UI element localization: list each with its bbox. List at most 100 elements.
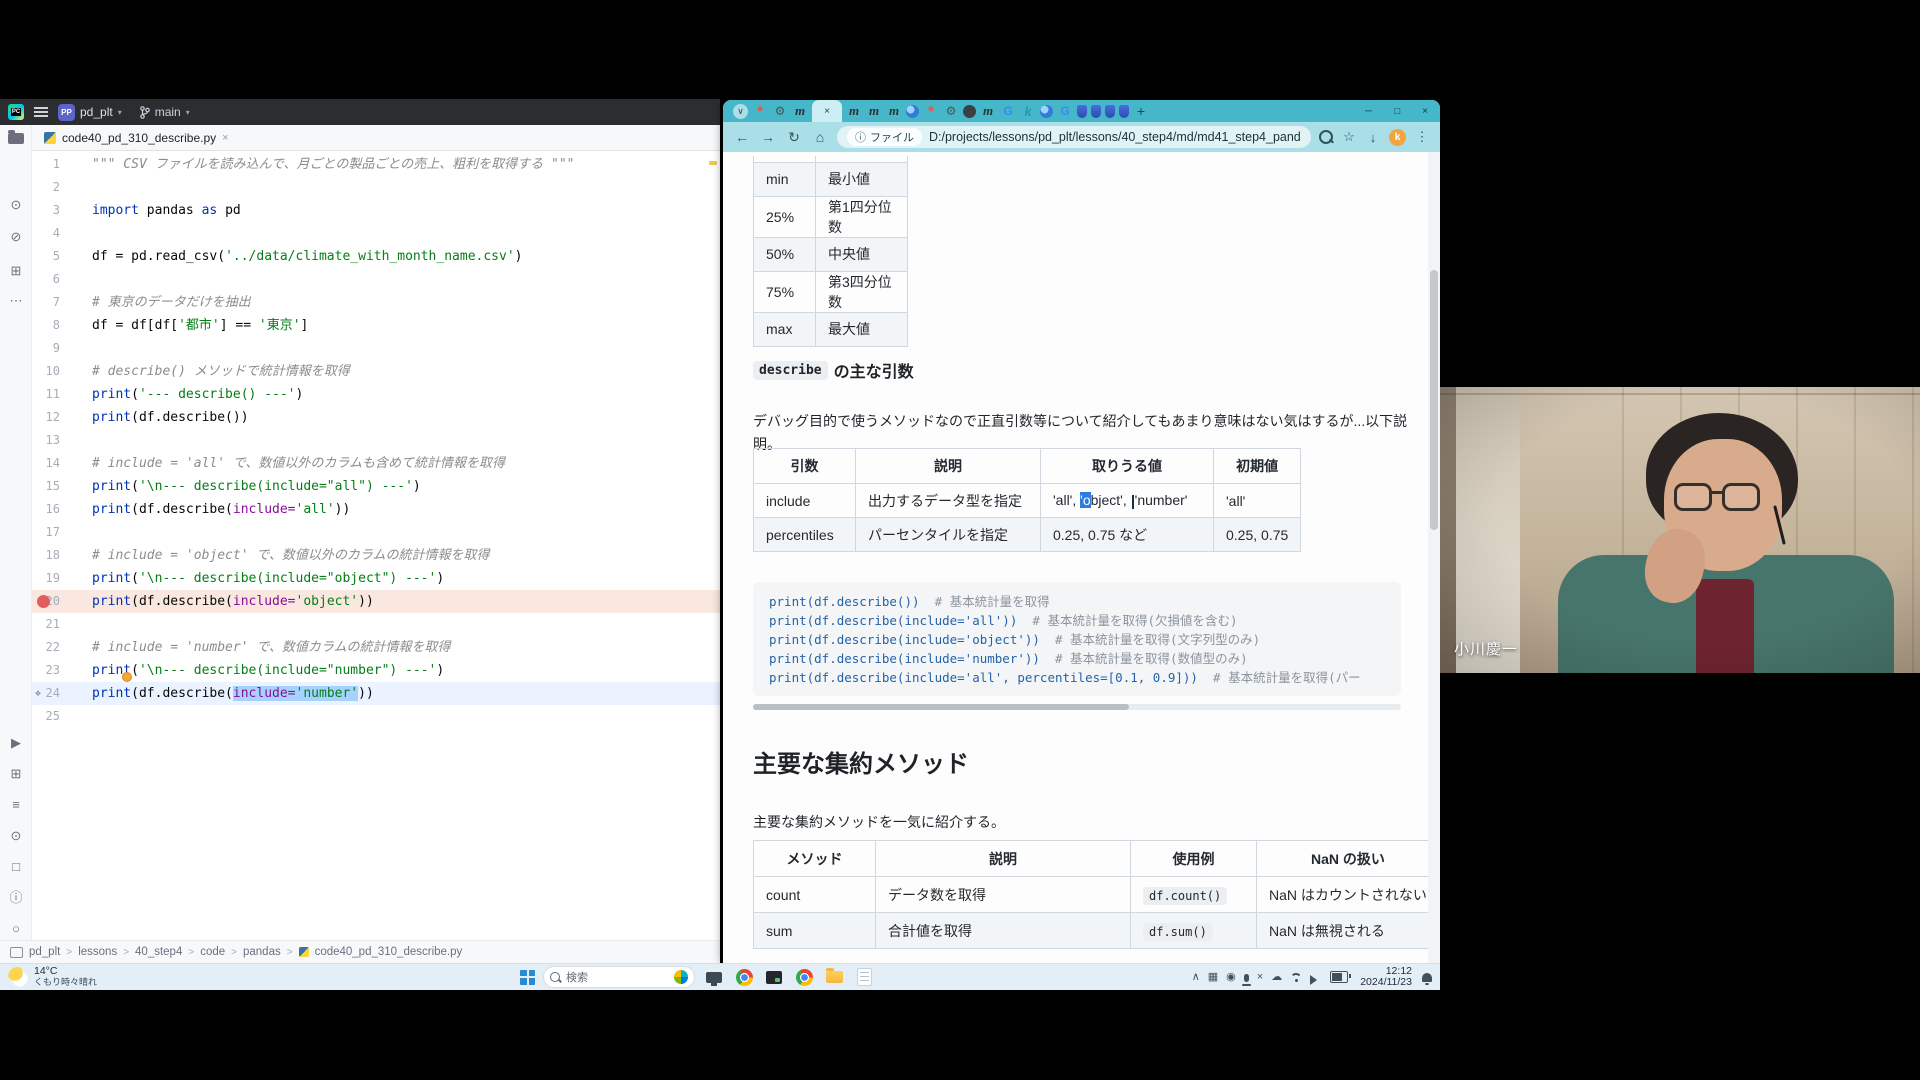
maximize-icon[interactable]: □ xyxy=(1394,106,1400,117)
download-icon[interactable]: ↓ xyxy=(1365,130,1381,145)
code-line[interactable]: 22# include = 'number' で、数値カラムの統計情報を取得 xyxy=(32,636,720,659)
close-tab-icon[interactable]: × xyxy=(222,132,228,144)
browser-tab-active[interactable]: × xyxy=(812,100,842,122)
python-packages-tool-icon[interactable]: ⊙ xyxy=(0,828,32,844)
breadcrumb-item[interactable]: 40_step4 xyxy=(135,946,182,958)
code-line[interactable]: 12print(df.describe()) xyxy=(32,406,720,429)
close-session-icon[interactable]: × xyxy=(1257,966,1263,988)
problems-tool-icon[interactable]: □ xyxy=(0,859,32,875)
breadcrumb-item[interactable]: pandas xyxy=(243,946,281,958)
intention-bulb-icon[interactable] xyxy=(122,672,132,682)
notifications-bell-icon[interactable] xyxy=(1422,973,1432,982)
pinned-tab-shield-icon[interactable] xyxy=(1119,105,1129,118)
code-line[interactable]: 16print(df.describe(include='all')) xyxy=(32,498,720,521)
profile-avatar[interactable]: k xyxy=(1389,129,1406,146)
code-line[interactable]: 1""" CSV ファイルを読み込んで、月ごとの製品ごとの売上、粗利を取得する … xyxy=(32,153,720,176)
code-line[interactable]: 5df = pd.read_csv('../data/climate_with_… xyxy=(32,245,720,268)
wifi-icon[interactable] xyxy=(1290,973,1302,982)
terminal-tool-icon[interactable]: ≡ xyxy=(0,797,32,813)
battery-icon[interactable] xyxy=(1330,971,1348,983)
branch-widget[interactable]: main ▾ xyxy=(140,105,190,119)
project-tool-icon[interactable] xyxy=(8,133,24,144)
pinned-tab-shield-icon[interactable] xyxy=(1105,105,1115,118)
code-line[interactable]: 20print(df.describe(include='object')) xyxy=(32,590,720,613)
code-line[interactable]: 13 xyxy=(32,429,720,452)
gutter-ai-icon[interactable]: ❖ xyxy=(35,682,41,705)
camera-icon[interactable]: ◉ xyxy=(1226,966,1236,988)
pinned-tab-g-icon[interactable]: G xyxy=(1000,103,1016,119)
code-line[interactable]: 10# describe() メソッドで統計情報を取得 xyxy=(32,360,720,383)
taskbar-clock[interactable]: 12:12 2024/11/23 xyxy=(1360,966,1412,988)
zoom-icon[interactable] xyxy=(1319,130,1333,144)
code-line[interactable]: 18# include = 'object' で、数値以外のカラムの統計情報を取… xyxy=(32,544,720,567)
reload-icon[interactable]: ↻ xyxy=(785,129,803,146)
vertical-scrollbar[interactable] xyxy=(1428,152,1440,963)
main-menu-icon[interactable] xyxy=(34,107,48,117)
taskbar-app-notepad[interactable] xyxy=(853,966,875,988)
pinned-tab-shield-icon[interactable] xyxy=(1077,105,1087,118)
pinned-tab-asterisk-icon[interactable]: * xyxy=(923,103,939,119)
commit-tool-icon[interactable]: ⊙ xyxy=(0,197,32,213)
weather-widget[interactable]: 14°C くもり時々晴れ xyxy=(8,966,97,988)
pinned-tab-dark-icon[interactable] xyxy=(963,105,976,118)
onedrive-cloud-icon[interactable]: ☁ xyxy=(1271,966,1282,988)
code-line[interactable]: 9 xyxy=(32,337,720,360)
widgets-icon[interactable]: ▦ xyxy=(1208,966,1218,988)
project-widget[interactable]: PP pd_plt ▾ xyxy=(58,104,122,121)
pinned-tab-shield-icon[interactable] xyxy=(1091,105,1101,118)
scrollbar-thumb[interactable] xyxy=(1430,270,1438,530)
taskbar-app-chrome-2[interactable] xyxy=(793,966,815,988)
code-line[interactable]: 8df = df[df['都市'] == '東京'] xyxy=(32,314,720,337)
pinned-tab-m-icon[interactable]: m xyxy=(980,103,996,119)
pinned-tab-plus-icon[interactable]: + xyxy=(1133,103,1149,119)
pinned-tab-asterisk-icon[interactable]: * xyxy=(752,103,768,119)
code-line[interactable]: 17 xyxy=(32,521,720,544)
pinned-tab-m-icon[interactable]: m xyxy=(792,103,808,119)
code-line[interactable]: ❖24print(df.describe(include='number')) xyxy=(32,682,720,705)
minimize-icon[interactable]: ─ xyxy=(1365,106,1372,117)
pinned-tab-m-icon[interactable]: m xyxy=(886,103,902,119)
code-line[interactable]: 6 xyxy=(32,268,720,291)
taskbar-app-screenshare[interactable] xyxy=(763,966,785,988)
code-line[interactable]: 2 xyxy=(32,176,720,199)
mic-icon[interactable] xyxy=(1244,974,1249,982)
code-line[interactable]: 25 xyxy=(32,705,720,728)
pinned-tab-gear-icon[interactable]: ⚙ xyxy=(943,103,959,119)
bookmark-star-icon[interactable]: ☆ xyxy=(1341,129,1357,145)
notifications-tool-icon[interactable]: ⓘ xyxy=(0,890,32,906)
version-control-tool-icon[interactable]: ○ xyxy=(0,921,32,937)
code-line[interactable]: 3import pandas as pd xyxy=(32,199,720,222)
home-icon[interactable]: ⌂ xyxy=(811,129,829,145)
start-button[interactable] xyxy=(520,970,535,985)
breadcrumb-item[interactable]: pd_plt xyxy=(29,946,60,958)
editor-tab-active[interactable]: code40_pd_310_describe.py × xyxy=(36,125,237,153)
services-tool-icon[interactable]: ⊞ xyxy=(0,766,32,782)
error-stripe-mark[interactable] xyxy=(709,161,717,165)
volume-icon[interactable] xyxy=(1310,975,1322,985)
taskbar-app-display[interactable] xyxy=(703,966,725,988)
structure-tool-icon[interactable]: ⊞ xyxy=(0,263,32,279)
forward-icon[interactable]: → xyxy=(759,129,777,145)
more-tools-icon[interactable]: ⋯ xyxy=(0,293,32,309)
pinned-tab-k-icon[interactable]: k xyxy=(1020,103,1036,119)
code-line[interactable]: 11print('--- describe() ---') xyxy=(32,383,720,406)
breadcrumb-item[interactable]: lessons xyxy=(78,946,117,958)
pinned-tab-drop-icon[interactable] xyxy=(906,105,919,118)
breakpoint-icon[interactable] xyxy=(37,595,50,608)
run-tool-icon[interactable]: ▶ xyxy=(0,735,32,751)
code-line[interactable]: 19print('\n--- describe(include="object"… xyxy=(32,567,720,590)
pinned-tab-g-icon[interactable]: G xyxy=(1057,103,1073,119)
code-line[interactable]: 21 xyxy=(32,613,720,636)
code-editor[interactable]: 1""" CSV ファイルを読み込んで、月ごとの製品ごとの売上、粗利を取得する … xyxy=(32,151,720,940)
pinned-tab-gear-icon[interactable]: ⚙ xyxy=(772,103,788,119)
pinned-tab-m-icon[interactable]: m xyxy=(866,103,882,119)
code-line[interactable]: 14# include = 'all' で、数値以外のカラムも含めて統計情報を取… xyxy=(32,452,720,475)
breadcrumb-item[interactable]: code xyxy=(200,946,225,958)
back-icon[interactable]: ← xyxy=(733,129,751,145)
breadcrumb-item[interactable]: code40_pd_310_describe.py xyxy=(315,946,463,958)
taskbar-app-folder[interactable] xyxy=(823,966,845,988)
taskbar-search[interactable]: 検索 xyxy=(543,966,695,988)
pinned-tab-m-icon[interactable]: m xyxy=(846,103,862,119)
pull-requests-tool-icon[interactable]: ⊘ xyxy=(0,229,32,245)
close-icon[interactable]: × xyxy=(1422,106,1428,117)
